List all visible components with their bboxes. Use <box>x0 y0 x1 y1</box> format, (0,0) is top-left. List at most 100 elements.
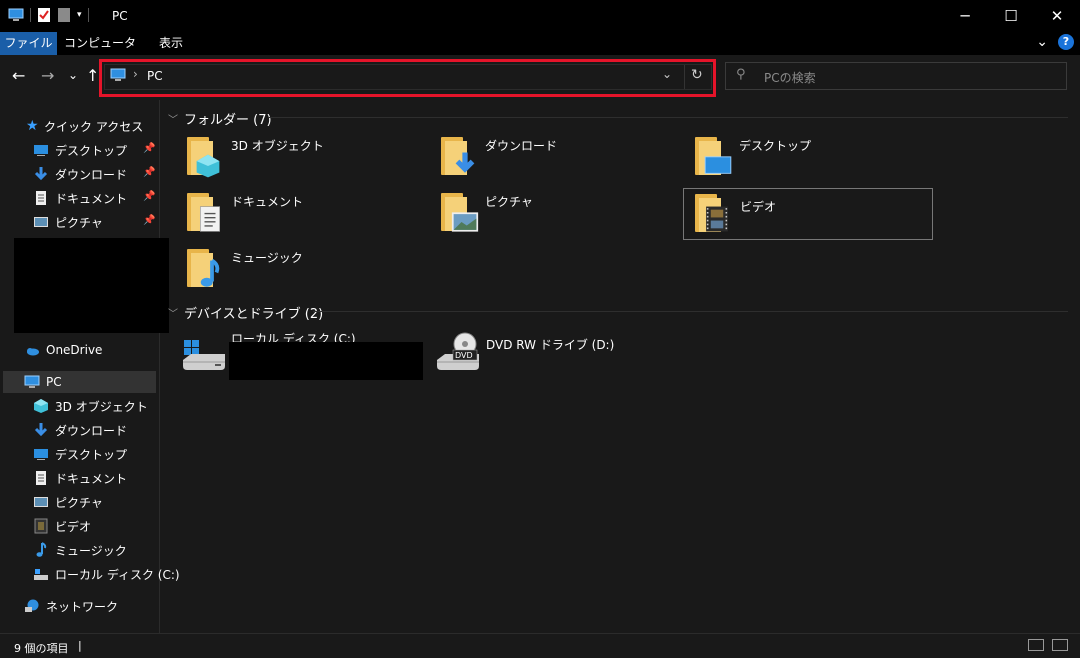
folder-tile-desktop[interactable]: デスクトップ <box>691 135 939 187</box>
sidebar-item-local-disk[interactable]: ローカル ディスク (C:) <box>33 563 180 585</box>
tab-computer[interactable]: コンピューター <box>62 32 138 73</box>
search-placeholder: PCの検索 <box>764 71 816 85</box>
sidebar-item-label: ダウンロード <box>55 423 128 438</box>
folder-tile-music[interactable]: ミュージック <box>183 247 431 299</box>
sidebar-item-desktop[interactable]: デスクトップ <box>33 139 127 161</box>
sidebar-item-quick-access[interactable]: ★ クイック アクセス <box>26 115 143 137</box>
sidebar-item-label: ドキュメント <box>55 471 128 486</box>
sidebar-item-label: ピクチャ <box>55 495 103 510</box>
up-button[interactable]: ↑ <box>86 68 99 84</box>
status-divider: | <box>78 639 82 652</box>
computer-icon <box>110 68 126 81</box>
desktop-icon <box>704 156 732 174</box>
folder-label: ピクチャ <box>485 195 533 209</box>
picture-icon <box>34 497 48 507</box>
sidebar-item-music[interactable]: ミュージック <box>33 539 127 561</box>
pin-icon[interactable]: 📌 <box>143 215 155 226</box>
collapse-icon[interactable]: ﹀ <box>168 111 178 126</box>
item-count: 9 個の項目 <box>14 642 69 655</box>
breadcrumb-pc[interactable]: PC <box>147 69 163 83</box>
toolbar-divider <box>87 8 89 22</box>
folder-tile-downloads[interactable]: ダウンロード <box>437 135 685 187</box>
sidebar-item-label: デスクトップ <box>55 447 128 462</box>
sidebar-item-pictures[interactable]: ピクチャ <box>33 211 103 233</box>
maximize-button[interactable]: ☐ <box>988 0 1034 32</box>
picture-icon <box>34 217 48 227</box>
drive-tile-dvd[interactable]: DVD DVD RW ドライブ (D:) <box>433 330 683 382</box>
close-button[interactable]: ✕ <box>1034 0 1080 32</box>
forward-button[interactable]: → <box>41 68 54 84</box>
folder-label: ドキュメント <box>231 195 304 209</box>
sidebar-item-label: ミュージック <box>55 543 127 558</box>
sidebar-item-label: ビデオ <box>55 519 92 534</box>
group-header-drives[interactable]: ﹀ デバイスとドライブ (2) <box>168 303 323 322</box>
sidebar-item-label: ピクチャ <box>55 215 103 230</box>
download-icon <box>34 167 48 181</box>
network-icon <box>25 599 39 612</box>
sidebar-item-desktop[interactable]: デスクトップ <box>33 443 127 465</box>
back-button[interactable]: ← <box>12 68 25 84</box>
folder-tile-pictures[interactable]: ピクチャ <box>437 191 685 243</box>
sidebar-item-label: 3D オブジェクト <box>55 399 148 414</box>
sidebar-item-pc[interactable]: PC <box>24 371 62 393</box>
music-icon <box>200 259 220 287</box>
toolbar-divider <box>30 8 31 22</box>
help-icon[interactable]: ? <box>1058 34 1074 50</box>
new-folder-icon[interactable] <box>57 7 71 23</box>
customize-toolbar-icon[interactable]: ▾ <box>77 10 82 20</box>
minimize-button[interactable]: ─ <box>942 0 988 32</box>
search-icon: ⚲ <box>736 67 746 82</box>
folder-tile-videos[interactable]: ビデオ <box>683 188 933 240</box>
pin-icon[interactable]: 📌 <box>143 167 155 178</box>
sidebar-item-videos[interactable]: ビデオ <box>33 515 91 537</box>
picture-icon <box>451 212 479 232</box>
tab-file[interactable]: ファイル <box>0 32 57 55</box>
group-title: フォルダー (7) <box>184 113 272 128</box>
sidebar-item-label: ネットワーク <box>46 599 119 614</box>
pin-icon[interactable]: 📌 <box>143 143 155 154</box>
group-header-folders[interactable]: ﹀ フォルダー (7) <box>168 109 272 128</box>
folder-label: ビデオ <box>740 200 777 214</box>
details-view-icon[interactable] <box>1028 639 1044 651</box>
sidebar-item-onedrive[interactable]: OneDrive <box>24 339 102 361</box>
recent-locations-button[interactable]: ⌄ <box>68 67 78 83</box>
document-icon <box>200 206 220 232</box>
sidebar-item-documents[interactable]: ドキュメント <box>33 467 127 489</box>
ribbon-tabs: ファイル コンピューター 表示 ⌄ ? <box>0 32 1080 73</box>
document-icon <box>36 191 46 205</box>
tab-view[interactable]: 表示 <box>150 32 192 55</box>
sidebar-item-downloads[interactable]: ダウンロード <box>33 419 127 441</box>
3d-objects-icon <box>34 399 48 413</box>
expand-ribbon-icon[interactable]: ⌄ <box>1036 34 1048 50</box>
properties-icon[interactable] <box>37 7 51 23</box>
collapse-icon[interactable]: ﹀ <box>168 305 178 320</box>
folder-tile-3d-objects[interactable]: 3D オブジェクト <box>183 135 431 187</box>
address-divider <box>684 65 685 89</box>
folder-label: ダウンロード <box>485 139 558 153</box>
sidebar-item-network[interactable]: ネットワーク <box>24 595 118 617</box>
star-icon: ★ <box>26 118 39 134</box>
sidebar-item-label: クイック アクセス <box>44 119 144 134</box>
3d-objects-icon <box>196 154 220 178</box>
pin-icon[interactable]: 📌 <box>143 191 155 202</box>
refresh-icon[interactable]: ↻ <box>691 67 703 83</box>
sidebar-item-label: PC <box>46 375 62 389</box>
sidebar-item-label: ドキュメント <box>55 191 128 206</box>
address-dropdown-icon[interactable]: ⌄ <box>662 67 672 81</box>
large-icons-view-icon[interactable] <box>1052 639 1068 651</box>
folder-tile-documents[interactable]: ドキュメント <box>183 191 431 243</box>
redacted-area <box>229 342 423 380</box>
window-title: PC <box>112 9 128 23</box>
folder-label: ミュージック <box>231 251 303 265</box>
sidebar-item-downloads[interactable]: ダウンロード <box>33 163 127 185</box>
local-disk-icon <box>34 569 48 580</box>
dvd-badge: DVD <box>455 351 473 360</box>
sidebar-item-3d-objects[interactable]: 3D オブジェクト <box>33 395 148 417</box>
sidebar-item-pictures[interactable]: ピクチャ <box>33 491 103 513</box>
group-title: デバイスとドライブ (2) <box>184 307 324 322</box>
pane-divider <box>159 100 160 633</box>
breadcrumb-separator[interactable]: › <box>133 67 138 81</box>
folder-label: デスクトップ <box>739 139 812 153</box>
sidebar-item-documents[interactable]: ドキュメント <box>33 187 127 209</box>
document-icon <box>36 471 46 485</box>
